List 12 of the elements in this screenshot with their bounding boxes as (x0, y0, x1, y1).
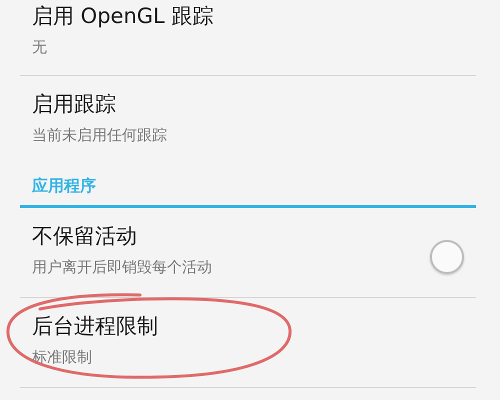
category-title: 应用程序 (32, 176, 96, 195)
setting-summary: 无 (32, 38, 48, 57)
setting-title: 启用 OpenGL 跟踪 (32, 3, 214, 30)
setting-title: 启用跟踪 (32, 91, 117, 118)
toggle-switch[interactable] (430, 240, 464, 274)
setting-row[interactable]: 启用跟踪 当前未启用任何跟踪 (20, 76, 476, 166)
setting-summary: 当前未启用任何跟踪 (32, 126, 167, 145)
setting-title: 不保留活动 (32, 223, 138, 250)
setting-title: 后台进程限制 (32, 313, 158, 340)
setting-summary: 用户离开后即销毁每个活动 (32, 258, 212, 277)
setting-row[interactable]: 启用 OpenGL 跟踪 无 (20, 0, 476, 76)
setting-row[interactable]: 不保留活动 用户离开后即销毁每个活动 (20, 208, 476, 298)
